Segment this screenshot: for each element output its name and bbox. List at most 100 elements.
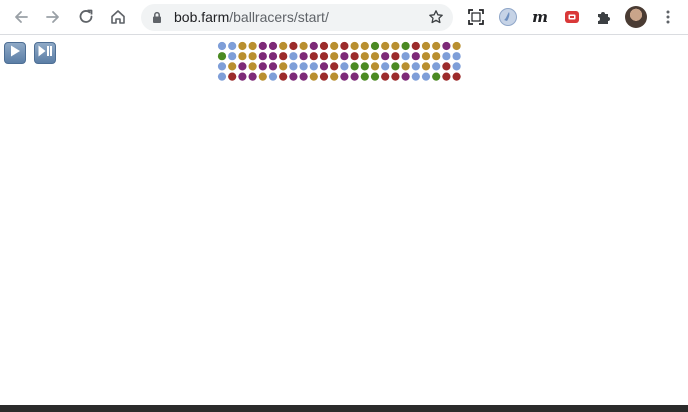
ball [319, 52, 329, 61]
taskbar-strip [0, 405, 688, 412]
red-extension-icon[interactable] [560, 5, 584, 29]
ball [370, 41, 380, 51]
ball [268, 41, 278, 51]
ball [248, 62, 257, 71]
ball [268, 62, 278, 71]
ball [258, 52, 267, 61]
ball [319, 41, 329, 51]
ball [411, 72, 420, 81]
ball [289, 72, 298, 81]
lock-icon [152, 11, 162, 29]
kebab-menu-icon[interactable] [656, 5, 680, 29]
play-pause-button[interactable] [34, 42, 56, 64]
ball [330, 72, 339, 81]
ball [350, 52, 359, 61]
ball [330, 41, 339, 51]
screen: bob.farm/ballracers/start/ m [0, 0, 688, 412]
ball-grid [217, 41, 474, 83]
url-host: bob.farm [174, 9, 230, 25]
ball [381, 72, 390, 81]
reload-icon[interactable] [74, 5, 98, 29]
ball [442, 72, 451, 81]
ball [360, 62, 369, 71]
arrow-left-icon[interactable] [9, 5, 33, 29]
ball [319, 72, 329, 81]
ball [268, 72, 278, 81]
ball [340, 62, 349, 71]
ball [401, 41, 410, 51]
ball [411, 52, 420, 61]
ball [360, 72, 369, 81]
ball [401, 72, 410, 81]
ball [248, 52, 257, 61]
ball [330, 52, 339, 61]
ball [350, 62, 359, 71]
ball [258, 72, 267, 81]
star-icon[interactable] [428, 9, 444, 30]
ball [432, 62, 441, 71]
ball [217, 52, 227, 61]
play-pause-icon [37, 44, 53, 63]
ball [391, 62, 400, 71]
ball [442, 62, 451, 71]
ball [238, 62, 247, 71]
ball [432, 41, 441, 51]
ball [248, 41, 257, 51]
ball [340, 41, 349, 51]
ball [391, 72, 400, 81]
profile-avatar[interactable] [625, 6, 647, 28]
ball [279, 62, 288, 71]
ball [228, 72, 237, 81]
ball [370, 52, 380, 61]
ball-grid-svg [217, 41, 461, 81]
m-extension-icon[interactable]: m [528, 5, 552, 29]
ball [452, 72, 461, 81]
ball [238, 41, 247, 51]
ball [268, 52, 278, 61]
ball [299, 62, 308, 71]
ball [217, 41, 227, 51]
ball [452, 41, 461, 51]
ball [289, 52, 298, 61]
home-icon[interactable] [106, 5, 130, 29]
ball [309, 41, 318, 51]
ball [442, 52, 451, 61]
ball [289, 41, 298, 51]
play-button[interactable] [4, 42, 26, 64]
arrow-right-icon[interactable] [41, 5, 65, 29]
ball [279, 52, 288, 61]
ball [248, 72, 257, 81]
ball [228, 62, 237, 71]
ball [411, 62, 420, 71]
ball [299, 72, 308, 81]
ball [360, 52, 369, 61]
browser-toolbar: bob.farm/ballracers/start/ m [0, 0, 688, 35]
ball [391, 41, 400, 51]
ball [421, 72, 431, 81]
play-icon [8, 44, 22, 63]
ball [299, 52, 308, 61]
ball [258, 62, 267, 71]
ball [401, 52, 410, 61]
wave-extension-icon[interactable] [496, 5, 520, 29]
ball [279, 72, 288, 81]
puzzle-icon[interactable] [592, 5, 616, 29]
address-bar[interactable]: bob.farm/ballracers/start/ [141, 4, 453, 31]
ball [309, 62, 318, 71]
ball [401, 62, 410, 71]
ball [238, 72, 247, 81]
ball [258, 41, 267, 51]
ball [370, 62, 380, 71]
ball [217, 72, 227, 81]
ball [411, 41, 420, 51]
ball [279, 41, 288, 51]
ball [442, 41, 451, 51]
ball [299, 41, 308, 51]
ball [381, 62, 390, 71]
ball [452, 62, 461, 71]
screen-capture-icon[interactable] [464, 5, 488, 29]
ball [340, 72, 349, 81]
ball [228, 52, 237, 61]
ball [421, 52, 431, 61]
ball [350, 72, 359, 81]
